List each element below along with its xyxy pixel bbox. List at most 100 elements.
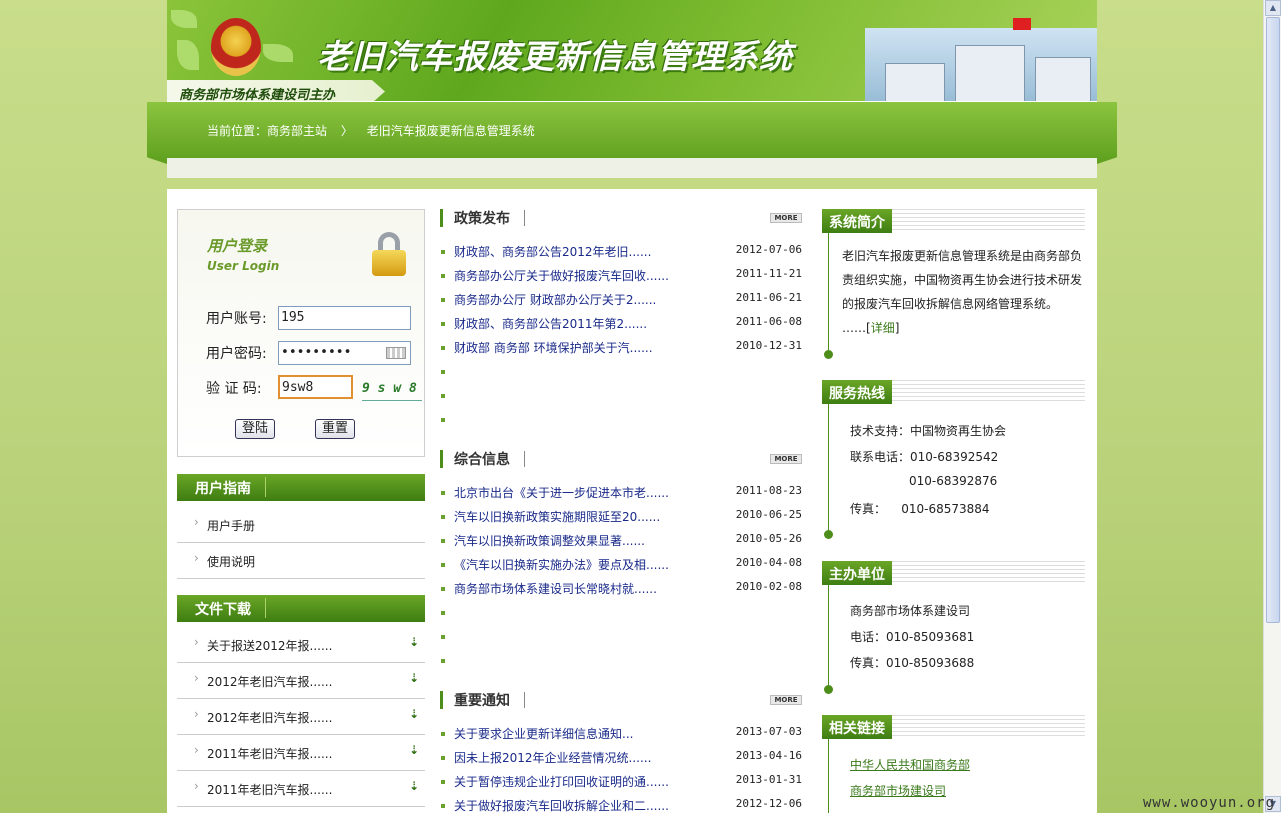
download-item[interactable]: 2012年老旧汽车报...... ⇣ — [177, 699, 425, 735]
empty-row — [440, 387, 802, 409]
timeline-dot — [824, 350, 833, 359]
links-header: 相关链接 — [822, 715, 1085, 739]
general-row[interactable]: 汽车以旧换新政策实施期限延至20...... 2010-06-25 — [440, 508, 802, 530]
hotline-title: 服务热线 — [822, 380, 892, 404]
login-box: 用户登录 User Login 用户账号: 195 用户密码: ••••••••… — [177, 209, 425, 457]
empty-row — [440, 628, 802, 650]
guide-item-manual[interactable]: 用户手册 — [177, 507, 425, 543]
downloads-header: 文件下载 — [177, 595, 425, 622]
link-market-dept[interactable]: 商务部市场建设司 — [850, 782, 946, 799]
account-input[interactable]: 195 — [278, 306, 411, 330]
site-title: 老旧汽车报废更新信息管理系统 — [317, 37, 793, 76]
scroll-up-icon[interactable]: ▲ — [1265, 0, 1281, 16]
policy-row[interactable]: 财政部、商务部公告2011年第2...... 2011-06-08 — [440, 315, 802, 337]
intro-detail-link[interactable]: 详细 — [871, 321, 895, 335]
password-label: 用户密码: — [206, 346, 267, 362]
intro-title: 系统简介 — [822, 209, 892, 233]
login-title: 用户登录 — [207, 237, 268, 255]
download-icon[interactable]: ⇣ — [409, 635, 419, 649]
download-title[interactable]: 2012年老旧汽车报...... — [207, 675, 332, 689]
notice-row[interactable]: 关于要求企业更新详细信息通知... 2013-07-03 — [440, 725, 802, 747]
password-input[interactable]: ••••••••• — [278, 341, 411, 365]
policy-row[interactable]: 商务部办公厅 财政部办公厅关于2...... 2011-06-21 — [440, 291, 802, 313]
notices-title: 重要通知 — [454, 693, 510, 709]
hotline-fax: 传真： 010-68573884 — [850, 502, 990, 516]
download-item[interactable]: 2011年老旧汽车报...... ⇣ — [177, 771, 425, 807]
notices-header: 重要通知 MORE — [440, 690, 802, 712]
download-icon[interactable]: ⇣ — [409, 779, 419, 793]
flag-icon — [1013, 18, 1031, 30]
policy-row[interactable]: 财政部、商务部公告2012年老旧...... 2012-07-06 — [440, 243, 802, 265]
password-row: 用户密码: — [206, 343, 276, 363]
download-item[interactable]: 2012年老旧汽车报...... ⇣ — [177, 663, 425, 699]
organizer-label: 商务部市场体系建设司主办 — [167, 80, 385, 101]
general-row[interactable]: 《汽车以旧换新实施办法》要点及相...... 2010-04-08 — [440, 556, 802, 578]
timeline-line — [828, 404, 829, 534]
notice-row[interactable]: 关于做好报废汽车回收拆解企业和二...... 2012-12-06 — [440, 797, 802, 813]
scrollbar-thumb[interactable] — [1266, 17, 1280, 623]
download-icon[interactable]: ⇣ — [409, 707, 419, 721]
captcha-image[interactable]: 9 s w 8 — [362, 381, 422, 401]
general-header: 综合信息 MORE — [440, 449, 802, 471]
policy-row[interactable]: 财政部 商务部 环境保护部关于汽...... 2010-12-31 — [440, 339, 802, 361]
general-row[interactable]: 北京市出台《关于进一步促进本市老...... 2011-08-23 — [440, 484, 802, 506]
intro-text: 老旧汽车报废更新信息管理系统是由商务部负责组织实施，中国物资再生协会进行技术研发… — [842, 249, 1083, 335]
leaf-decoration — [171, 10, 197, 28]
download-title[interactable]: 2012年老旧汽车报...... — [207, 711, 332, 725]
notice-row[interactable]: 关于暂停违规企业打印回收证明的通...... 2013-01-31 — [440, 773, 802, 795]
host-header: 主办单位 — [822, 561, 1085, 585]
timeline-line — [828, 233, 829, 355]
download-item[interactable]: 2011年老旧汽车报...... ⇣ — [177, 735, 425, 771]
hotline-header: 服务热线 — [822, 380, 1085, 404]
link-mofcom[interactable]: 中华人民共和国商务部 — [850, 756, 970, 773]
policy-title: 政策发布 — [454, 211, 510, 227]
login-button[interactable]: 登陆 — [235, 419, 275, 439]
empty-row — [440, 411, 802, 433]
vertical-scrollbar[interactable]: ▲ ▼ — [1263, 0, 1281, 813]
breadcrumb: 当前位置：商务部主站 〉 老旧汽车报废更新信息管理系统 — [207, 122, 545, 139]
timeline-line — [828, 585, 829, 689]
timeline-dot — [824, 685, 833, 694]
policy-more-button[interactable]: MORE — [770, 213, 802, 223]
policy-header: 政策发布 MORE — [440, 208, 802, 230]
breadcrumb-home[interactable]: 当前位置：商务部主站 — [207, 124, 327, 138]
breadcrumb-separator: 〉 — [340, 124, 353, 138]
hotline-phone-2: 010-68392876 — [909, 474, 998, 488]
breadcrumb-current: 老旧汽车报废更新信息管理系统 — [366, 124, 535, 138]
guide-item-instructions[interactable]: 使用说明 — [177, 543, 425, 579]
general-row[interactable]: 汽车以旧换新政策调整效果显著...... 2010-05-26 — [440, 532, 802, 554]
general-title: 综合信息 — [454, 452, 510, 468]
keyboard-icon[interactable] — [386, 347, 406, 359]
download-item[interactable]: 关于报送2012年报...... ⇣ — [177, 627, 425, 663]
download-title[interactable]: 2011年老旧汽车报...... — [207, 783, 332, 797]
captcha-input[interactable]: 9sw8 — [278, 375, 353, 399]
download-title[interactable]: 2011年老旧汽车报...... — [207, 747, 332, 761]
account-label: 用户账号: — [206, 311, 267, 327]
national-emblem-icon — [211, 18, 261, 76]
general-row[interactable]: 商务部市场体系建设司长常晓村就...... 2010-02-08 — [440, 580, 802, 602]
reset-button[interactable]: 重置 — [315, 419, 355, 439]
timeline-dot — [824, 530, 833, 539]
leaf-decoration — [263, 44, 293, 62]
main-panel: 用户登录 User Login 用户账号: 195 用户密码: ••••••••… — [167, 189, 1097, 813]
notice-row[interactable]: 因未上报2012年企业经营情况统...... 2013-04-16 — [440, 749, 802, 771]
building-image — [865, 28, 1097, 101]
timeline-line — [828, 739, 829, 813]
download-icon[interactable]: ⇣ — [409, 743, 419, 757]
general-more-button[interactable]: MORE — [770, 454, 802, 464]
notices-more-button[interactable]: MORE — [770, 695, 802, 705]
download-icon[interactable]: ⇣ — [409, 671, 419, 685]
hotline-support: 技术支持：中国物资再生协会 — [850, 424, 1007, 438]
watermark: www.wooyun.org — [1143, 795, 1276, 811]
page-wrapper: 老旧汽车报废更新信息管理系统 商务部市场体系建设司主办 当前位置：商务部主站 〉… — [147, 0, 1117, 813]
host-title: 主办单位 — [822, 561, 892, 585]
policy-row[interactable]: 商务部办公厅关于做好报废汽车回收...... 2011-11-21 — [440, 267, 802, 289]
links-title: 相关链接 — [822, 715, 892, 739]
host-phone: 电话：010-85093681 — [850, 630, 975, 644]
intro-header: 系统简介 — [822, 209, 1085, 233]
guide-header: 用户指南 — [177, 474, 425, 501]
empty-row — [440, 604, 802, 626]
host-name: 商务部市场体系建设司 — [850, 604, 971, 618]
download-title[interactable]: 关于报送2012年报...... — [207, 639, 332, 653]
leaf-decoration — [177, 40, 199, 70]
